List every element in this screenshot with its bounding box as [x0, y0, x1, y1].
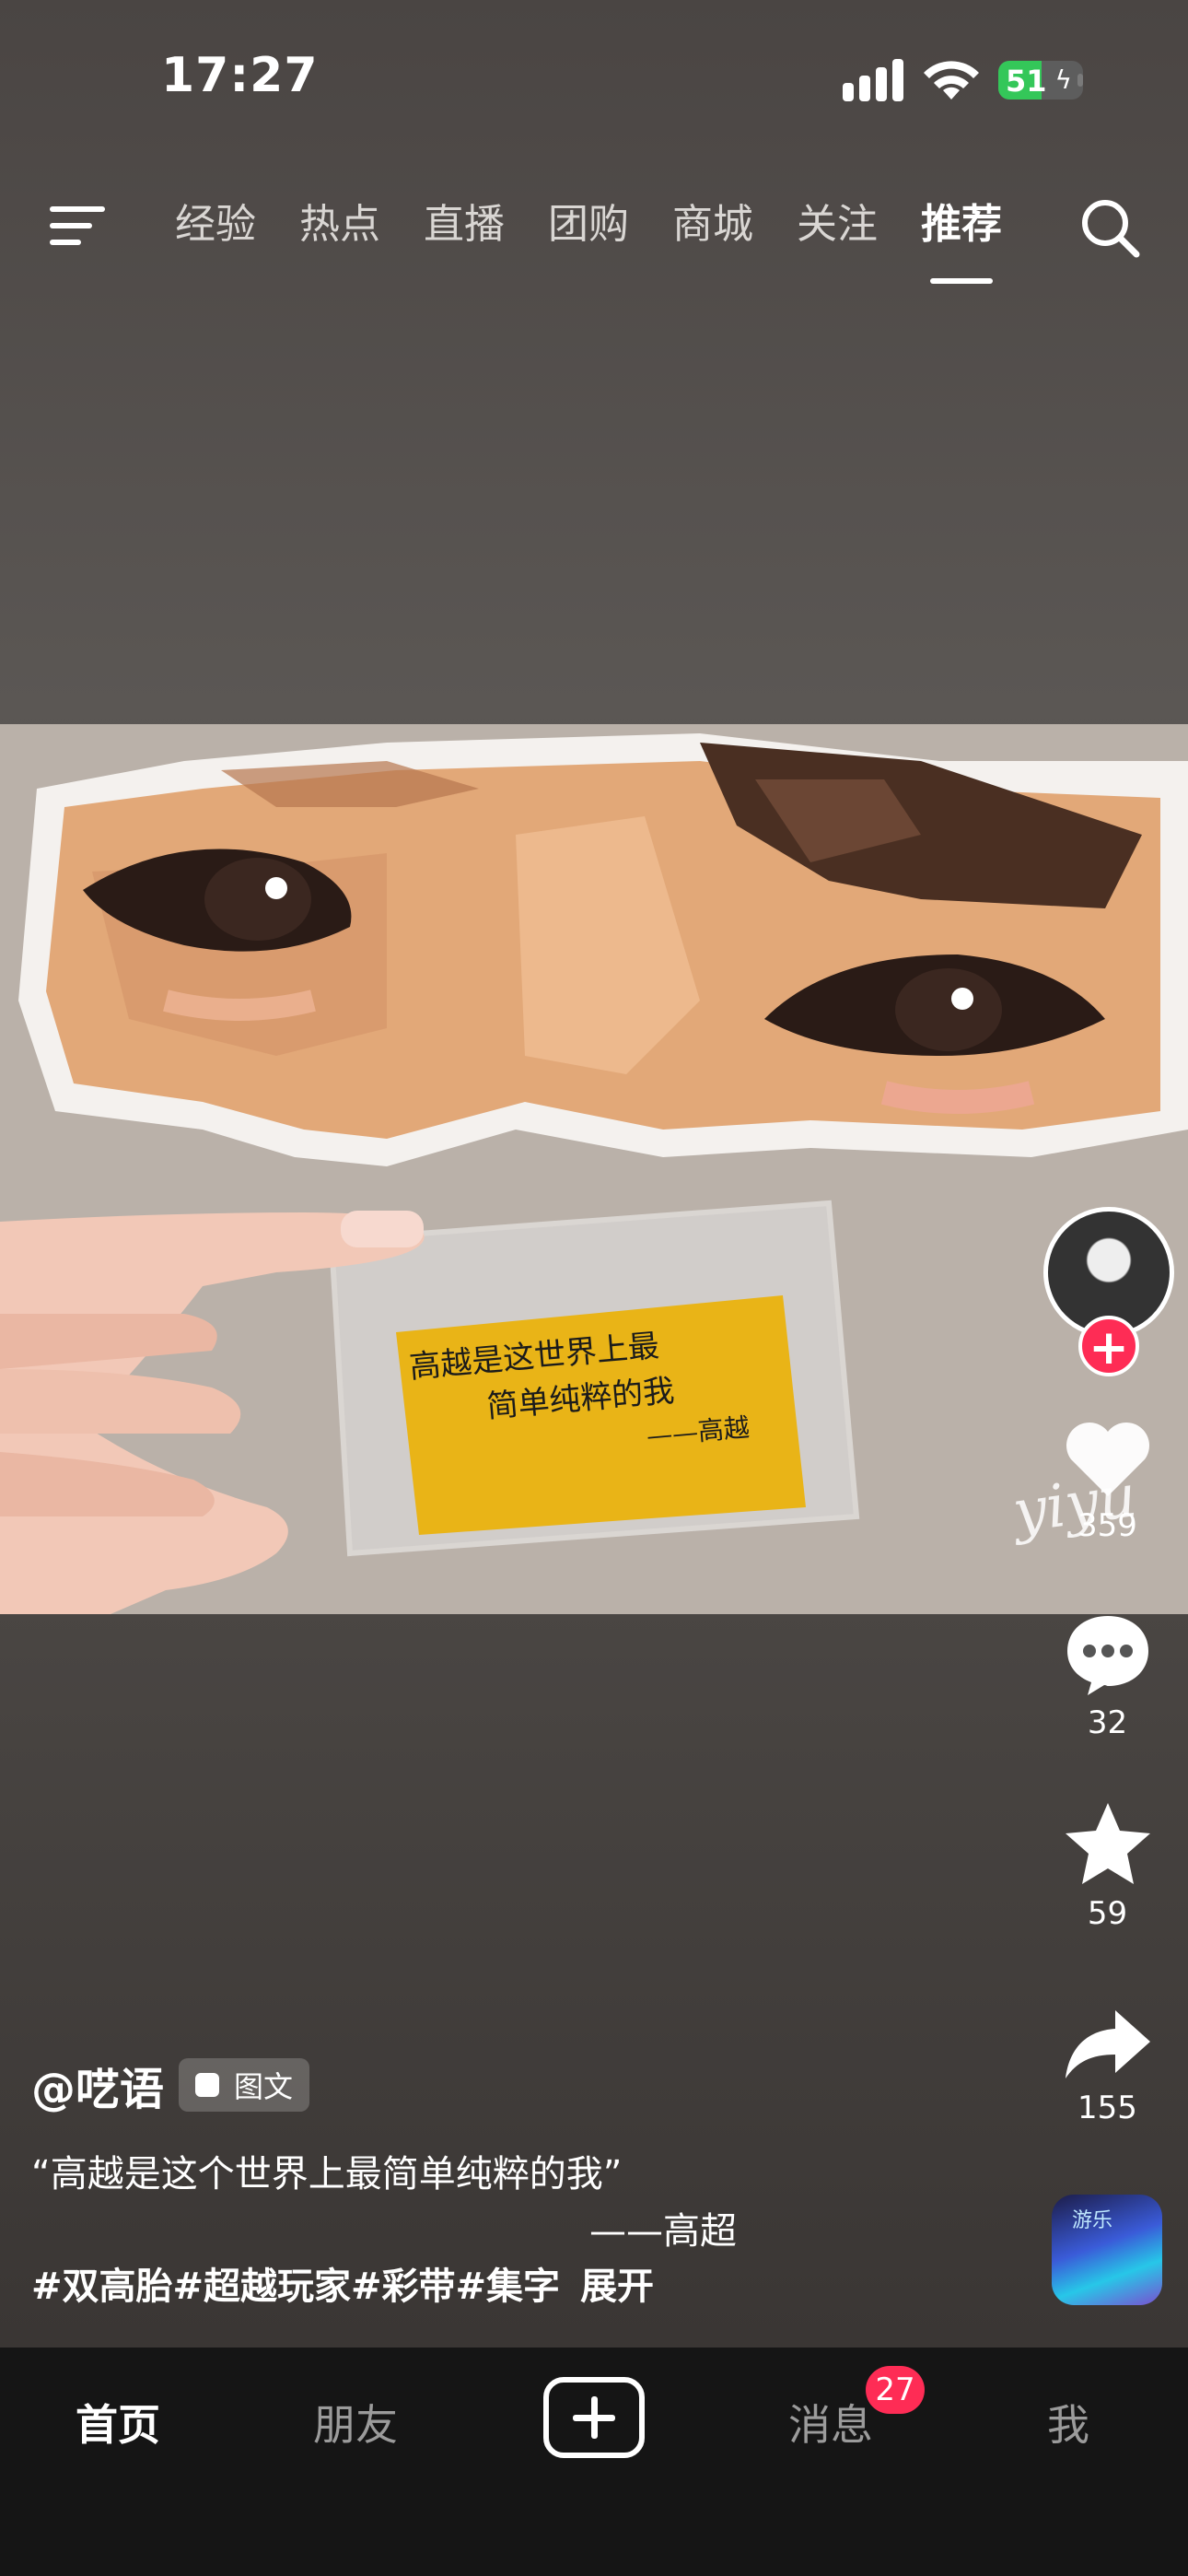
post-quote: “高越是这个世界上最简单纯粹的我” [31, 2153, 623, 2195]
favorite-count: 59 [1087, 1895, 1128, 1932]
hashtag-line: #双高胎#超越玩家#彩带#集字 展开 [31, 2259, 654, 2314]
hashtags[interactable]: #双高胎#超越玩家#彩带#集字 [31, 2266, 560, 2308]
menu-icon[interactable] [48, 203, 107, 249]
battery-percent: 51 [1006, 64, 1047, 99]
post-quote-signature: ——高超 [589, 2210, 737, 2253]
wifi-icon [924, 61, 979, 100]
music-label: 游乐 [1072, 2209, 1113, 2232]
tab-live[interactable]: 直播 [424, 197, 505, 252]
heart-icon [1066, 1423, 1149, 1496]
top-nav: 经验 热点 直播 团购 商城 关注 推荐 [0, 184, 1188, 295]
share-count: 155 [1077, 2090, 1137, 2126]
music-disc[interactable]: 游乐 [1052, 2195, 1162, 2305]
nav-me[interactable]: 我 [995, 2392, 1142, 2453]
comment-button[interactable]: 32 [1036, 1612, 1179, 1741]
image-post-icon [189, 2073, 220, 2097]
tab-experience[interactable]: 经验 [175, 197, 256, 252]
bottom-nav: 首页 朋友 消息 27 我 [0, 2348, 1188, 2576]
charging-bolt-icon: ϟ [1054, 64, 1072, 95]
star-icon [1065, 1803, 1150, 1884]
nav-home[interactable]: 首页 [44, 2392, 192, 2453]
post-type-badge: 图文 [179, 2058, 310, 2112]
cellular-signal-icon [843, 59, 903, 101]
comment-count: 32 [1087, 1704, 1128, 1741]
author-row: @呓语 图文 [31, 2053, 310, 2117]
battery-cap [1077, 74, 1083, 87]
status-time: 17:27 [161, 48, 319, 103]
like-count: 359 [1077, 1507, 1137, 1544]
post-type-label: 图文 [234, 2069, 294, 2104]
follow-plus-icon[interactable]: + [1078, 1316, 1139, 1376]
search-icon[interactable] [1077, 195, 1142, 260]
tab-hot[interactable]: 热点 [299, 197, 380, 252]
expand-caption-button[interactable]: 展开 [580, 2266, 654, 2308]
plus-icon-v [591, 2396, 598, 2439]
tab-following[interactable]: 关注 [797, 197, 878, 252]
author-name[interactable]: @呓语 [31, 2053, 164, 2117]
post-image[interactable]: 高越是这世界上最 简单纯粹的我 ——高越 yiyu [0, 724, 1188, 1614]
like-button[interactable]: 359 [1036, 1419, 1179, 1544]
messages-badge: 27 [866, 2366, 925, 2414]
channel-tabs: 经验 热点 直播 团购 商城 关注 推荐 [175, 197, 1045, 284]
create-post-button[interactable] [543, 2377, 645, 2458]
status-bar: 17:27 51 ϟ [0, 0, 1188, 157]
share-button[interactable]: 155 [1036, 2007, 1179, 2126]
tab-group-buy[interactable]: 团购 [548, 197, 629, 252]
battery-indicator: 51 ϟ [998, 61, 1083, 100]
tab-recommended[interactable]: 推荐 [921, 197, 1002, 284]
share-arrow-icon [1065, 2010, 1150, 2078]
tab-mall[interactable]: 商城 [672, 197, 753, 252]
nav-friends[interactable]: 朋友 [282, 2392, 429, 2453]
favorite-button[interactable]: 59 [1036, 1801, 1179, 1932]
comment-icon [1066, 1616, 1148, 1695]
